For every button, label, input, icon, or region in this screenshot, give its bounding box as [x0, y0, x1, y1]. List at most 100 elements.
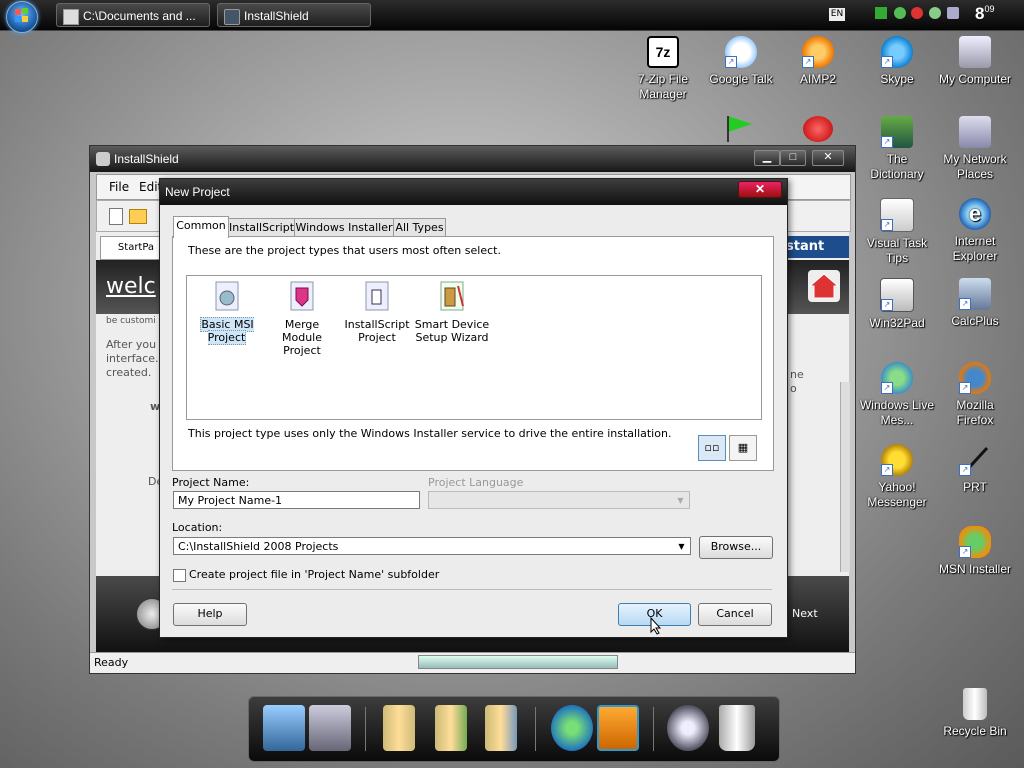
next-button[interactable]: Next [792, 607, 818, 620]
desktop-icon-win32pad[interactable]: ↗ Win32Pad [859, 278, 935, 331]
desktop-icon-label: Recycle Bin [943, 724, 1007, 738]
project-assistant-tab[interactable]: stant [786, 236, 849, 258]
welcome-heading: welc [106, 274, 156, 299]
desktop-icon-label: Internet Explorer [952, 234, 998, 263]
desktop-icon-label: Skype [880, 72, 914, 86]
pictures-folder-dock-icon[interactable] [435, 705, 467, 751]
menu-file[interactable]: File [109, 180, 129, 194]
large-icons-view-button[interactable]: ▫▫ [698, 435, 726, 461]
home-icon[interactable] [808, 270, 840, 302]
clock-minute: 09 [984, 4, 995, 14]
desktop-icon-firefox[interactable]: ↗ Mozilla Firefox [937, 362, 1013, 428]
close-icon[interactable]: ✕ [738, 181, 782, 198]
task-tips-icon: ↗ [880, 198, 914, 232]
desktop-icon-label: Visual Task Tips [866, 236, 928, 265]
subfolder-checkbox-label[interactable]: Create project file in 'Project Name' su… [189, 568, 439, 581]
clock[interactable]: 809 [975, 4, 994, 24]
red-add-icon [803, 116, 833, 142]
skype-icon: ↗ [881, 36, 913, 68]
tab-windows-installer[interactable]: Windows Installer [294, 218, 394, 237]
desktop-icon-windows-live-messenger[interactable]: ↗ Windows Live Mes... [859, 362, 935, 428]
settings-gear-dock-icon[interactable] [667, 705, 709, 751]
desktop-icon-label: My Network Places [943, 152, 1007, 181]
vertical-scrollbar[interactable] [840, 382, 850, 572]
status-text: Ready [94, 656, 129, 669]
cancel-button[interactable]: Cancel [698, 603, 772, 626]
open-folder-icon[interactable] [129, 209, 147, 224]
project-type-smart-device[interactable]: Smart Device Setup Wizard [414, 280, 490, 344]
desktop-icon-calcplus[interactable]: ↗ CalcPlus [937, 278, 1013, 329]
progress-bar [418, 655, 618, 669]
device-tray-icon[interactable] [947, 7, 959, 19]
media-player-dock-icon[interactable] [597, 705, 639, 751]
project-types-description: These are the project types that users m… [188, 244, 501, 257]
project-language-label: Project Language [428, 476, 524, 489]
internet-globe-dock-icon[interactable] [551, 705, 593, 751]
location-label: Location: [172, 521, 223, 534]
close-button[interactable]: ✕ [812, 150, 844, 166]
browse-button[interactable]: Browse... [699, 536, 773, 559]
desktop-icon-yahoo-messenger[interactable]: ↗ Yahoo! Messenger [859, 444, 935, 510]
project-name-input[interactable]: My Project Name-1 [173, 491, 420, 509]
desktop-icon-aimp2[interactable]: ↗ AIMP2 [780, 36, 856, 87]
recycle-bin-dock-icon[interactable] [719, 705, 755, 751]
desktop-icon-label: 7-Zip File Manager [637, 72, 688, 101]
msn-icon: ↗ [959, 526, 991, 558]
project-type-merge-module[interactable]: Merge Module Project [264, 280, 340, 357]
location-value: C:\InstallShield 2008 Projects [178, 540, 339, 553]
project-name-value: My Project Name-1 [178, 494, 283, 507]
desktop-icon-prt[interactable]: ↗ PRT [937, 444, 1013, 495]
new-file-icon[interactable] [109, 208, 123, 225]
list-view-button[interactable]: ▦ [729, 435, 757, 461]
desktop-icon-dictionary[interactable]: ↗ The Dictionary [859, 116, 935, 182]
desktop-icon-internet-explorer[interactable]: e Internet Explorer [937, 198, 1013, 264]
desktop-icon-msn-installer[interactable]: ↗ MSN Installer [937, 526, 1013, 577]
taskbar-item-label: C:\Documents and ... [83, 9, 196, 23]
language-indicator[interactable]: EN [829, 8, 845, 21]
project-type-label: Basic MSI Project [200, 317, 254, 345]
project-type-label: Smart Device Setup Wizard [414, 318, 490, 344]
help-button[interactable]: Help [173, 603, 247, 626]
project-type-installscript[interactable]: InstallScript Project [339, 280, 415, 344]
flag-tray-icon[interactable] [875, 7, 887, 19]
error-tray-icon[interactable] [911, 7, 923, 19]
maximize-button[interactable]: □ [780, 150, 806, 166]
location-combobox[interactable]: C:\InstallShield 2008 Projects ▼ [173, 537, 691, 555]
folder-dock-icon[interactable] [383, 705, 415, 751]
dialog-titlebar[interactable]: New Project ✕ [160, 179, 787, 205]
status-tray-icon[interactable] [894, 7, 906, 19]
start-button[interactable] [6, 1, 38, 33]
basic-msi-icon [211, 280, 243, 312]
network-tray-icon[interactable] [929, 7, 941, 19]
body-text-fragment: created. [106, 366, 152, 379]
desktop-icon-network-places[interactable]: My Network Places [937, 116, 1013, 182]
taskbar-item-documents[interactable]: C:\Documents and ... [56, 3, 210, 27]
desktop-icon-visual-task-tips[interactable]: ↗ Visual Task Tips [859, 198, 935, 266]
green-flag-icon [724, 114, 756, 142]
control-panel-dock-icon[interactable] [309, 705, 351, 751]
desktop-icon-my-computer[interactable]: My Computer [937, 36, 1013, 87]
project-language-dropdown[interactable]: ▼ [428, 491, 690, 509]
desktop-icon-label: Win32Pad [869, 316, 925, 330]
tab-common[interactable]: Common [173, 216, 229, 238]
desktop-icon-label: Yahoo! Messenger [867, 480, 927, 509]
subfolder-checkbox[interactable] [173, 569, 186, 582]
project-type-basic-msi[interactable]: Basic MSI Project [189, 280, 265, 345]
minimize-button[interactable]: ▁ [754, 150, 780, 166]
tab-all-types[interactable]: All Types [393, 218, 446, 237]
desktop-icon-recycle-bin[interactable]: Recycle Bin [937, 688, 1013, 739]
documents-folder-dock-icon[interactable] [485, 705, 517, 751]
desktop-icon-google-talk[interactable]: ↗ Google Talk [703, 36, 779, 87]
desktop-icon-skype[interactable]: ↗ Skype [859, 36, 935, 87]
chevron-down-icon[interactable]: ▼ [675, 540, 688, 553]
body-text-fragment: After you h [106, 338, 167, 351]
window-titlebar[interactable]: InstallShield ▁ □ ✕ [90, 146, 855, 172]
taskbar-item-installshield[interactable]: InstallShield [217, 3, 371, 27]
desktop-icon-7zip[interactable]: 7z 7-Zip File Manager [625, 36, 701, 102]
installshield-icon [224, 9, 240, 25]
internet-explorer-icon: e [959, 198, 991, 230]
my-computer-dock-icon[interactable] [263, 705, 305, 751]
tab-installscript[interactable]: InstallScript [228, 218, 295, 237]
merge-module-icon [286, 280, 318, 312]
installscript-icon [361, 280, 393, 312]
